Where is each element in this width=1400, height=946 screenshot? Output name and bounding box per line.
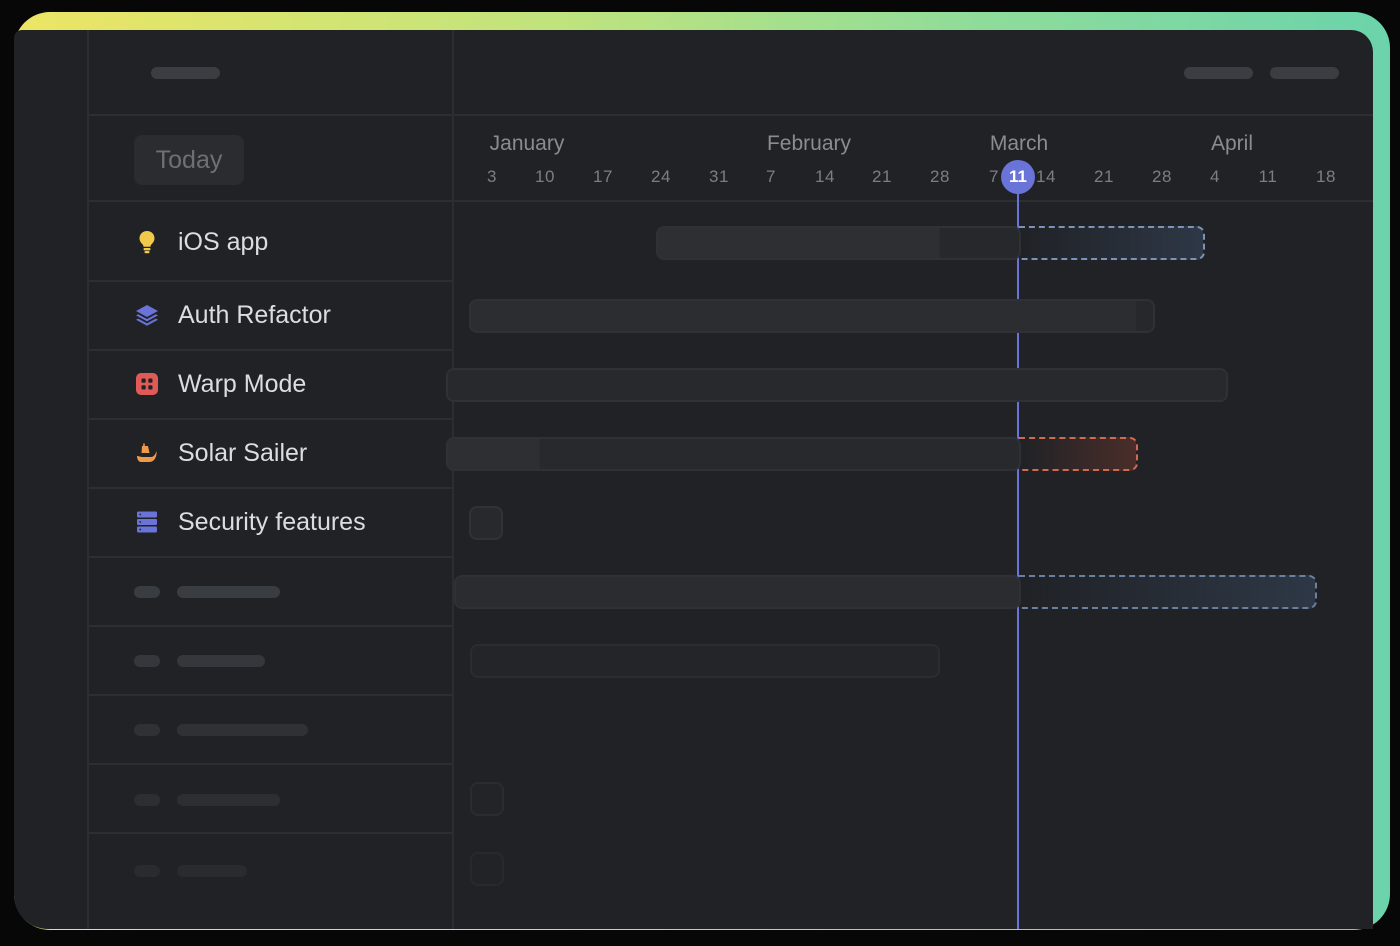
day-label: 3 (487, 167, 497, 186)
gantt-bar-solar-sailer[interactable] (446, 437, 1021, 471)
gantt-bar-auth-refactor[interactable] (469, 299, 1155, 333)
placeholder-label (177, 794, 280, 806)
placeholder-icon (134, 586, 160, 598)
day-label: 4 (1210, 167, 1220, 186)
month-label: April (1210, 132, 1254, 155)
day-label: 31 (709, 167, 729, 186)
timeline-header-divider (89, 200, 1373, 202)
row-divider (89, 832, 452, 834)
day-label: 14 (815, 167, 835, 186)
day-label: 7 (766, 167, 776, 186)
placeholder-label (177, 655, 265, 667)
placeholder-icon (134, 724, 160, 736)
project-row-warp-mode[interactable]: Warp Mode (90, 350, 454, 418)
action-placeholder-1[interactable] (1184, 67, 1253, 79)
project-name: Solar Sailer (178, 438, 308, 467)
project-name: Security features (178, 507, 366, 536)
action-placeholder-2[interactable] (1270, 67, 1339, 79)
lightbulb-icon (134, 229, 160, 255)
gantt-bar-solar-sailer-projected[interactable] (1019, 437, 1138, 471)
ship-icon (134, 440, 160, 466)
placeholder-label (177, 586, 280, 598)
project-row-solar-sailer[interactable]: Solar Sailer (90, 419, 454, 487)
placeholder-icon (134, 655, 160, 667)
title-placeholder (151, 67, 220, 79)
day-label: 24 (651, 167, 671, 186)
day-label: 10 (535, 167, 555, 186)
project-name: Warp Mode (178, 369, 307, 398)
month-label: January (489, 132, 565, 155)
day-label: 17 (593, 167, 613, 186)
row-divider (89, 556, 452, 558)
gantt-bar-ios-app[interactable] (656, 226, 1021, 260)
app-window: Today January February March April 3 10 … (14, 30, 1373, 929)
project-name: iOS app (178, 227, 269, 256)
gantt-milestone-placeholder[interactable] (470, 782, 504, 816)
day-label: 7 (989, 167, 999, 186)
placeholder-label (177, 724, 308, 736)
row-divider (89, 625, 452, 627)
row-divider (89, 694, 452, 696)
placeholder-icon (134, 865, 160, 877)
today-marker[interactable]: 11 (1001, 160, 1035, 194)
gantt-milestone-placeholder[interactable] (470, 852, 504, 886)
today-button[interactable]: Today (134, 135, 244, 185)
day-label: 11 (1258, 167, 1278, 186)
row-divider (89, 763, 452, 765)
gantt-bar-ios-app-projected[interactable] (1019, 226, 1205, 260)
layers-icon (134, 302, 160, 328)
day-label: 28 (930, 167, 950, 186)
gantt-bar-placeholder-projected[interactable] (1019, 575, 1317, 609)
day-label: 21 (872, 167, 892, 186)
placeholder-icon (134, 794, 160, 806)
day-label: 14 (1036, 167, 1056, 186)
grid-icon (134, 371, 160, 397)
gantt-bar-placeholder[interactable] (470, 644, 940, 678)
project-row-ios-app[interactable]: iOS app (90, 208, 454, 276)
server-icon (134, 509, 160, 535)
project-row-auth-refactor[interactable]: Auth Refactor (90, 281, 454, 349)
project-row-security-features[interactable]: Security features (90, 488, 454, 556)
month-label: March (989, 132, 1049, 155)
placeholder-label (177, 865, 247, 877)
gantt-bar-warp-mode[interactable] (446, 368, 1228, 402)
sidebar-divider (87, 30, 89, 929)
day-label: 21 (1094, 167, 1114, 186)
gantt-milestone-security-features[interactable] (469, 506, 503, 540)
header-divider (89, 114, 1373, 116)
month-label: February (766, 132, 852, 155)
day-label: 28 (1152, 167, 1172, 186)
gantt-bar-placeholder[interactable] (454, 575, 1021, 609)
project-name: Auth Refactor (178, 300, 331, 329)
day-label: 18 (1316, 167, 1336, 186)
